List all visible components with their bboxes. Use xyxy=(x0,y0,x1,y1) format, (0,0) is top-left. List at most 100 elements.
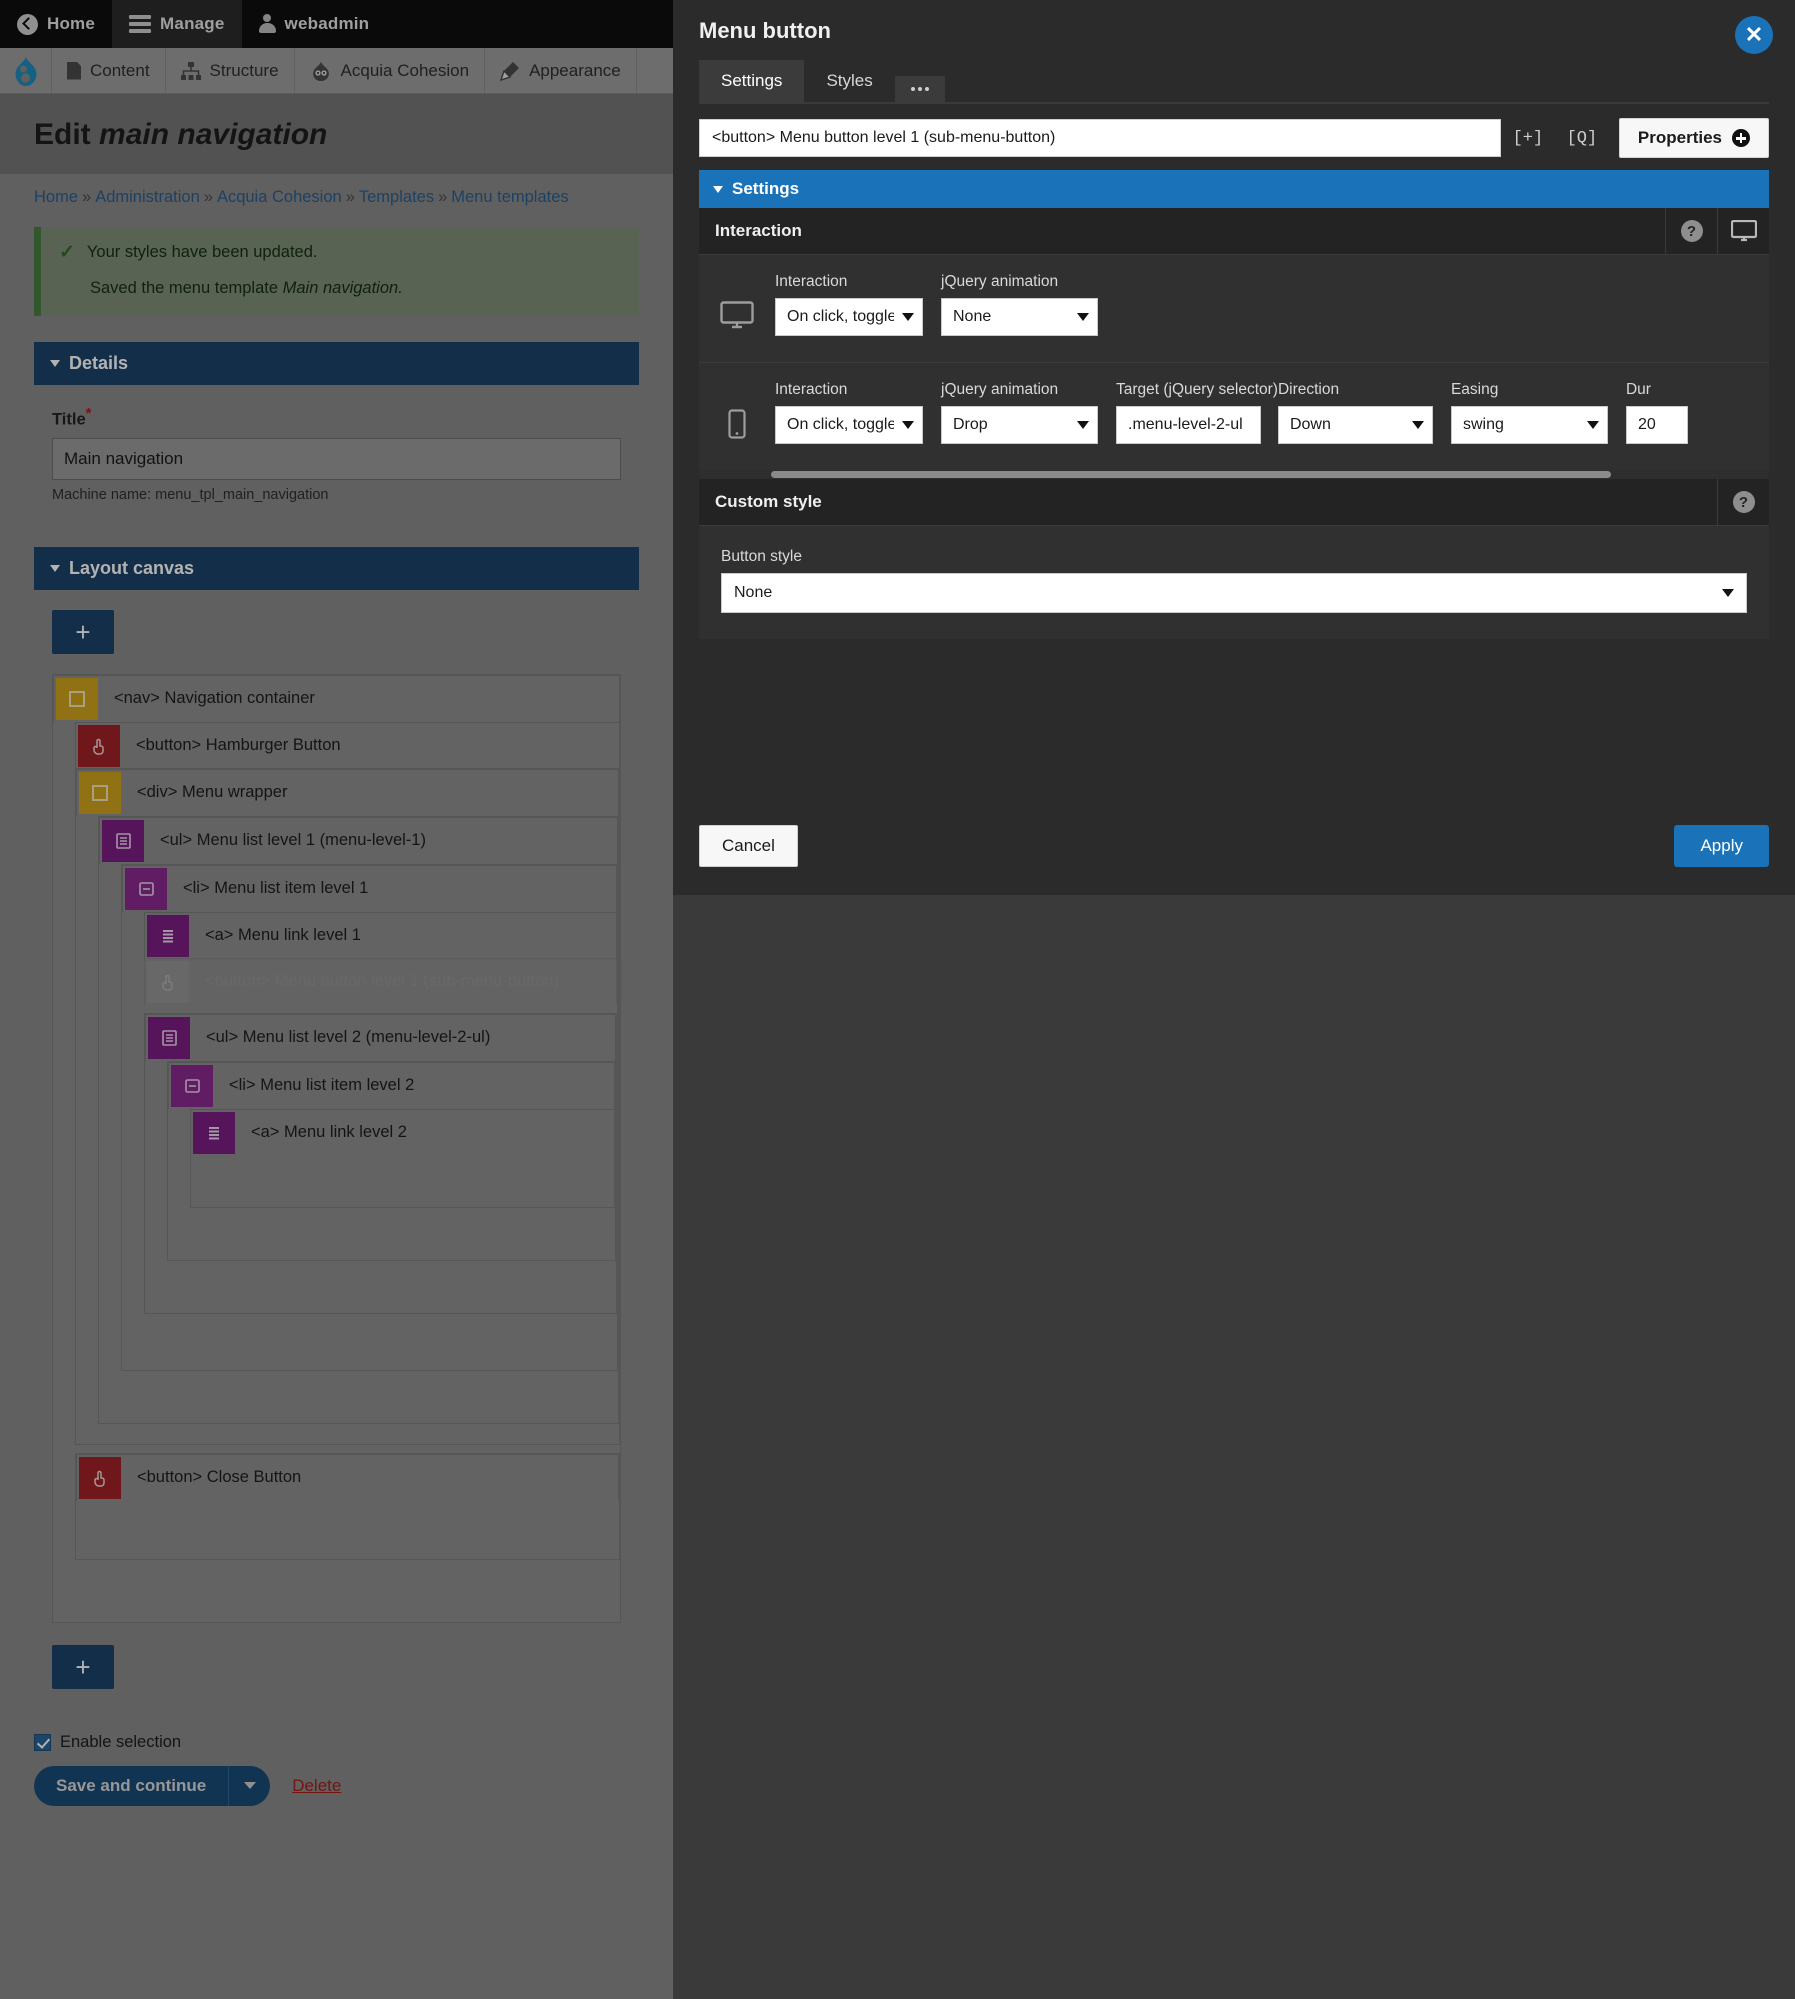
table-row[interactable]: <a> Menu link level 1 xyxy=(144,911,617,959)
tree-node-label: <ul> Menu list level 1 (menu-level-1) xyxy=(160,831,426,849)
close-x-icon[interactable]: ✕ xyxy=(1735,16,1773,54)
breadcrumb-link-administration[interactable]: Administration xyxy=(95,188,200,206)
status-message-secondary-emphasis: Main navigation. xyxy=(282,279,403,297)
table-row-selected-menu-button[interactable]: <button> Menu button level 1 (sub-menu-b… xyxy=(144,957,617,1005)
direction-label: Direction xyxy=(1277,381,1340,398)
cancel-button[interactable]: Cancel xyxy=(699,825,798,867)
table-row[interactable]: <li> Menu list item level 2 xyxy=(168,1061,615,1109)
table-row[interactable]: <ul> Menu list level 2 (menu-level-2-ul) xyxy=(145,1013,616,1061)
add-element-button-top[interactable]: + xyxy=(52,609,114,654)
duration-input[interactable]: 20 xyxy=(1625,406,1688,444)
tab-more-button[interactable] xyxy=(894,76,945,102)
menu-button-modal: ✕ Menu button Settings Styles [+] [Q] Pr… xyxy=(673,0,1795,895)
link-icon xyxy=(193,1111,235,1154)
tree-node-li-level-2: <li> Menu list item level 2 <a> Menu lin… xyxy=(167,1060,616,1261)
jquery-animation-label: jQuery animation xyxy=(941,273,1059,290)
field-group-easing: Easing swing xyxy=(1450,381,1608,444)
tree-dropzone-close[interactable] xyxy=(76,1501,619,1559)
interaction-panel-title: Interaction xyxy=(715,221,802,240)
custom-style-help-button[interactable]: ? xyxy=(1717,479,1769,525)
interaction-panel-body: Interaction On click, toggle : jQuery an… xyxy=(699,255,1769,479)
tree-children-nav: <button> Hamburger Button <div> Menu wra… xyxy=(75,721,620,1622)
toolbar-item-manage[interactable]: Manage xyxy=(112,0,242,48)
scrollbar-thumb[interactable] xyxy=(771,471,1611,478)
interaction-device-toggle[interactable] xyxy=(1717,208,1769,254)
tree-dropzone-li-2[interactable] xyxy=(190,1155,615,1208)
button-style-select[interactable]: None xyxy=(721,573,1747,613)
breadcrumb-link-menu-templates[interactable]: Menu templates xyxy=(451,188,568,206)
element-selector-input[interactable] xyxy=(699,119,1501,157)
details-fieldset-legend[interactable]: Details xyxy=(34,342,639,385)
admin-menu-item-appearance-label: Appearance xyxy=(529,60,621,80)
tree-node-ul-level-2: <ul> Menu list level 2 (menu-level-2-ul) xyxy=(144,1012,617,1314)
tab-styles[interactable]: Styles xyxy=(804,60,894,102)
interaction-select[interactable]: On click, toggle : xyxy=(775,406,923,444)
field-group-duration: Dur 20 xyxy=(1625,381,1688,444)
admin-menu-item-acquia-cohesion[interactable]: Acquia Cohesion xyxy=(295,48,486,93)
jquery-animation-select[interactable]: None xyxy=(941,298,1098,336)
interaction-help-button[interactable]: ? xyxy=(1665,208,1717,254)
table-row[interactable]: <button> Hamburger Button xyxy=(75,721,620,769)
chevron-down-icon xyxy=(902,313,914,321)
search-bracket-icon[interactable]: [Q] xyxy=(1555,119,1609,157)
save-and-continue-button[interactable]: Save and continue xyxy=(34,1765,229,1806)
tree-dropzone-nav[interactable] xyxy=(75,1560,620,1622)
enable-selection-checkbox[interactable] xyxy=(34,1733,51,1751)
tree-dropzone-ul-1[interactable] xyxy=(121,1371,618,1423)
tree-dropzone-ul-2[interactable] xyxy=(167,1261,616,1313)
tree-dropzone-ul-2-inner[interactable] xyxy=(168,1208,615,1260)
table-row[interactable]: <div> Menu wrapper xyxy=(76,768,619,816)
easing-select[interactable]: swing xyxy=(1450,406,1608,444)
table-row[interactable]: <nav> Navigation container xyxy=(53,674,620,722)
table-row[interactable]: <li> Menu list item level 1 xyxy=(122,864,617,912)
breadcrumb-separator: » xyxy=(345,188,355,206)
toolbar-item-home[interactable]: Home xyxy=(0,0,112,48)
tab-settings[interactable]: Settings xyxy=(699,60,805,102)
admin-menu-item-structure-label: Structure xyxy=(209,60,279,80)
tree-dropzone-wrapper[interactable] xyxy=(98,1424,619,1444)
interaction-panel-header: Interaction ? xyxy=(699,208,1769,255)
breadcrumb-link-templates[interactable]: Templates xyxy=(359,188,434,206)
title-input[interactable] xyxy=(52,437,621,480)
breadcrumb-separator: » xyxy=(203,188,213,206)
settings-section-header[interactable]: Settings xyxy=(699,170,1769,208)
table-row[interactable]: <button> Close Button xyxy=(76,1453,619,1501)
toolbar-item-user[interactable]: webadmin xyxy=(242,0,387,48)
monitor-icon xyxy=(720,301,754,334)
add-bracket-icon[interactable]: [+] xyxy=(1501,119,1555,157)
tree-children-ul-level-2: <li> Menu list item level 2 <a> Menu lin… xyxy=(167,1060,616,1313)
save-dropdown-toggle[interactable] xyxy=(228,1765,271,1806)
breadcrumb-link-home[interactable]: Home xyxy=(34,188,78,206)
field-group-jquery-animation: jQuery animation None xyxy=(941,273,1098,336)
settings-section-label: Settings xyxy=(732,179,800,198)
add-element-button-bottom[interactable]: + xyxy=(52,1644,114,1689)
admin-menu-item-structure[interactable]: Structure xyxy=(166,48,295,93)
breadcrumb-link-acquia-cohesion[interactable]: Acquia Cohesion xyxy=(217,188,342,206)
interaction-label: Interaction xyxy=(775,381,848,398)
apply-button[interactable]: Apply xyxy=(1674,825,1769,867)
tree-children-li-level-2: <a> Menu link level 2 xyxy=(190,1108,615,1208)
interaction-row-desktop: Interaction On click, toggle : jQuery an… xyxy=(699,255,1769,363)
interaction-row-mobile-fields: Interaction On click, toggle : jQuery an… xyxy=(775,381,1688,444)
list-icon xyxy=(148,1016,190,1059)
click-hand-icon xyxy=(79,1456,121,1499)
interaction-select[interactable]: On click, toggle : xyxy=(775,298,923,336)
admin-menu-item-content[interactable]: Content xyxy=(52,48,166,93)
delete-link[interactable]: Delete xyxy=(292,1776,341,1796)
field-group-interaction: Interaction On click, toggle : xyxy=(775,273,923,336)
properties-button[interactable]: Properties xyxy=(1618,118,1769,158)
drupal-logo-icon[interactable] xyxy=(0,48,52,93)
table-row[interactable]: <a> Menu link level 2 xyxy=(190,1108,615,1156)
target-selector-input[interactable]: .menu-level-2-ul xyxy=(1116,406,1261,444)
tree-dropzone-li-1[interactable] xyxy=(144,1314,617,1370)
interaction-horizontal-scrollbar[interactable] xyxy=(699,470,1769,479)
layout-canvas-legend[interactable]: Layout canvas xyxy=(34,546,639,590)
enable-selection-row: Enable selection xyxy=(34,1733,639,1752)
interaction-select-value: On click, toggle : xyxy=(787,308,894,325)
list-item-icon xyxy=(125,867,167,910)
table-row[interactable]: <ul> Menu list level 1 (menu-level-1) xyxy=(99,816,618,864)
admin-menu-item-appearance[interactable]: Appearance xyxy=(485,48,637,93)
tree-node-label: <button> Close Button xyxy=(137,1468,302,1486)
jquery-animation-select[interactable]: Drop xyxy=(941,406,1098,444)
direction-select[interactable]: Down xyxy=(1277,406,1433,444)
